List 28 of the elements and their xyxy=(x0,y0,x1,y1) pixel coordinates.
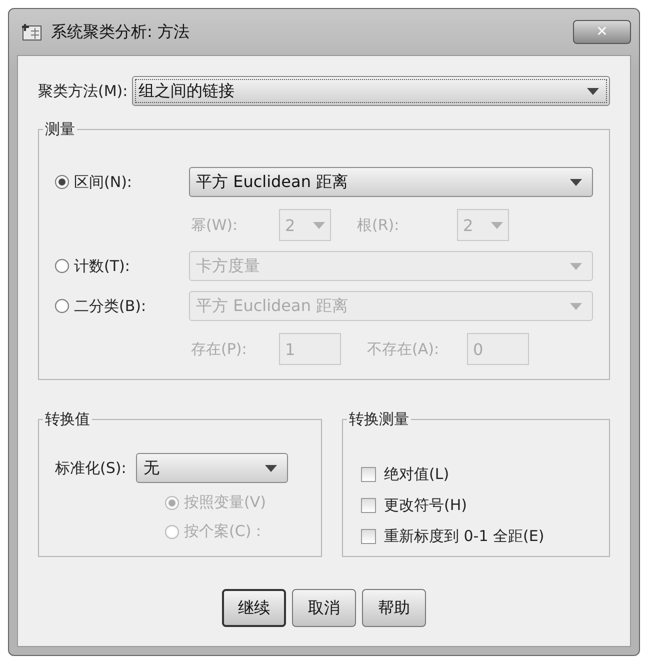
radio-option[interactable]: 区间(N): xyxy=(55,172,183,192)
standardize-dropdown[interactable]: 无 xyxy=(136,453,288,483)
dropdown-caret-icon xyxy=(587,88,599,94)
dropdown-caret-icon xyxy=(570,178,582,186)
app-icon xyxy=(21,22,43,42)
measure-dropdown[interactable]: 平方 Euclidean 距离 xyxy=(189,167,593,197)
field-label: 根(R): xyxy=(357,216,400,234)
dropdown-caret-icon xyxy=(570,262,582,270)
dialog-button[interactable]: 取消 xyxy=(292,589,356,627)
dropdown-caret-icon xyxy=(570,302,582,310)
dropdown-caret-icon xyxy=(265,464,278,472)
field-label: 存在(P): xyxy=(191,340,248,358)
method-dropdown[interactable]: 组之间的链接 xyxy=(132,76,610,106)
field-label: 不存在(A): xyxy=(367,340,440,358)
method-label: 聚类方法(M): xyxy=(38,82,128,100)
dropdown-caret-icon xyxy=(491,222,503,228)
dialog-button[interactable]: 继续 xyxy=(222,589,286,627)
checkbox-option[interactable]: 更改符号(H) xyxy=(361,496,593,515)
dropdown-caret-icon xyxy=(313,222,325,228)
window-title: 系统聚类分析: 方法 xyxy=(51,22,190,42)
group-title: 测量 xyxy=(44,120,76,139)
checkbox-option[interactable]: 重新标度到 0-1 全距(E) xyxy=(361,527,593,546)
standardize-label: 标准化(S): xyxy=(55,458,126,478)
group-title: 转换值 xyxy=(44,410,91,429)
checkbox-option[interactable]: 绝对值(L) xyxy=(361,465,593,484)
dialog-button[interactable]: 帮助 xyxy=(362,589,426,627)
field-label: 幂(W): xyxy=(191,216,239,234)
group-title: 转换测量 xyxy=(348,410,410,429)
